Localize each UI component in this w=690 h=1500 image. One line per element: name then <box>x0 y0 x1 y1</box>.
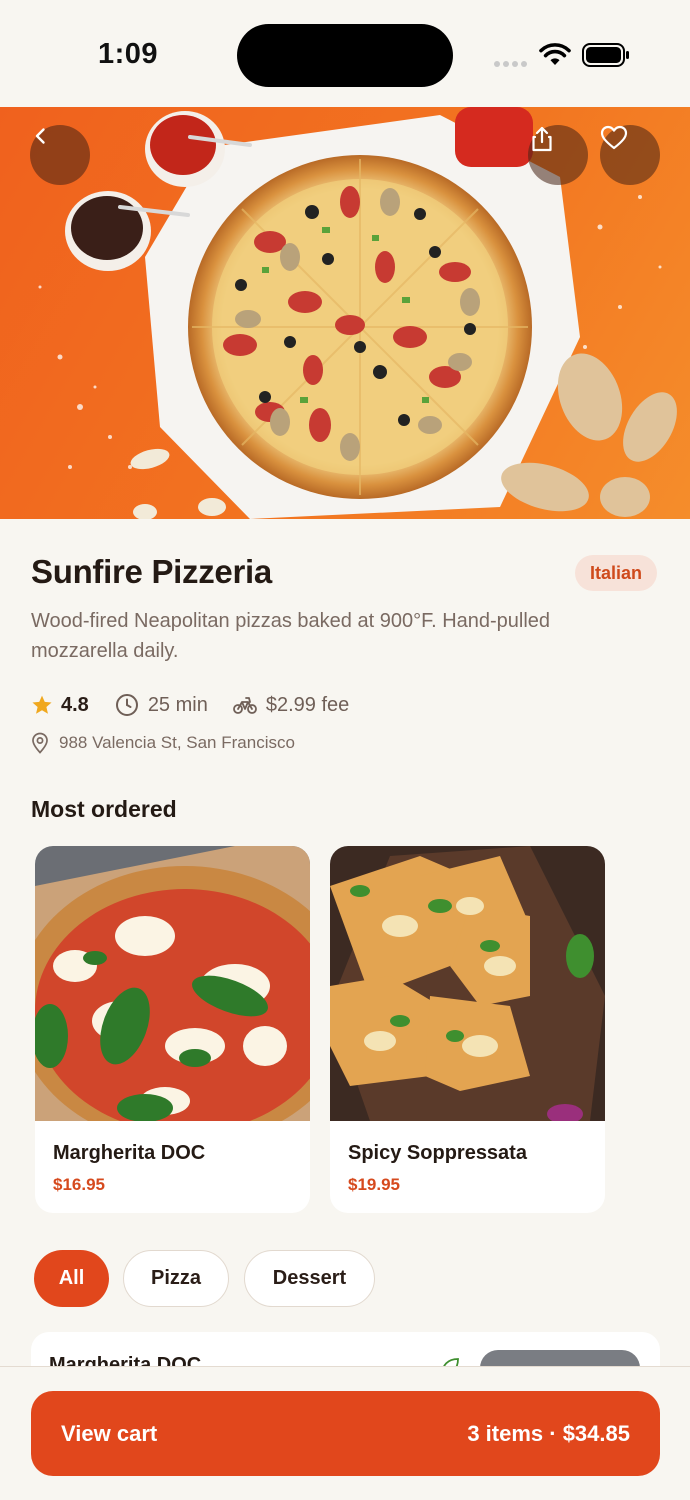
rating-value: 4.8 <box>61 693 89 716</box>
status-bar: 1:09 <box>0 0 690 107</box>
restaurant-name: Sunfire Pizzeria <box>31 553 272 590</box>
favorite-button[interactable] <box>600 125 660 185</box>
restaurant-description: Wood-fired Neapolitan pizzas baked at 90… <box>31 610 551 662</box>
restaurant-meta: 4.8 25 min $2.99 fee <box>31 690 349 720</box>
margherita-image <box>35 846 310 1121</box>
dynamic-island <box>237 24 453 87</box>
delivery-time-value: 25 min <box>147 693 208 716</box>
heart-icon <box>600 125 628 150</box>
cuisine-badge: Italian <box>575 555 658 591</box>
view-cart-label: View cart <box>61 1420 158 1446</box>
back-icon <box>35 128 45 144</box>
share-icon <box>532 126 552 152</box>
wifi-icon <box>539 43 571 65</box>
address-text: 988 Valencia St, San Francisco <box>59 733 295 752</box>
most-ordered-title: Most ordered <box>31 796 177 822</box>
back-button[interactable] <box>30 125 90 185</box>
filter-chip-dessert[interactable]: Dessert <box>244 1250 375 1307</box>
view-cart-button[interactable]: View cart 3 items · $34.85 <box>31 1391 660 1476</box>
rating: 4.8 <box>31 694 89 717</box>
delivery-fee-value: $2.99 fee <box>265 693 350 716</box>
filter-chip-pizza[interactable]: Pizza <box>123 1250 229 1307</box>
share-button[interactable] <box>528 125 588 185</box>
restaurant-address: 988 Valencia St, San Francisco <box>31 732 295 754</box>
menu-card-name: Margherita DOC <box>53 1142 206 1164</box>
pizza-photo <box>38 107 677 519</box>
hero-image <box>0 107 690 519</box>
status-time: 1:09 <box>98 38 159 70</box>
cart-summary: 3 items · $34.85 <box>467 1420 630 1446</box>
menu-card-name: Spicy Soppressata <box>348 1142 527 1164</box>
bike-icon <box>232 697 257 714</box>
battery-icon <box>582 43 629 67</box>
menu-card-price: $19.95 <box>348 1175 400 1194</box>
menu-card-soppressata[interactable]: Spicy Soppressata $19.95 <box>330 846 605 1213</box>
star-icon <box>32 695 52 714</box>
delivery-fee: $2.99 fee <box>232 693 350 717</box>
delivery-time: 25 min <box>115 693 208 717</box>
menu-card-price: $16.95 <box>53 1175 105 1194</box>
clock-icon <box>115 694 138 716</box>
soppressata-image <box>330 846 605 1121</box>
menu-card-margherita[interactable]: Margherita DOC $16.95 <box>35 846 310 1213</box>
filter-chip-all[interactable]: All <box>34 1250 109 1307</box>
location-icon <box>32 732 48 754</box>
signal-icon <box>494 61 527 67</box>
